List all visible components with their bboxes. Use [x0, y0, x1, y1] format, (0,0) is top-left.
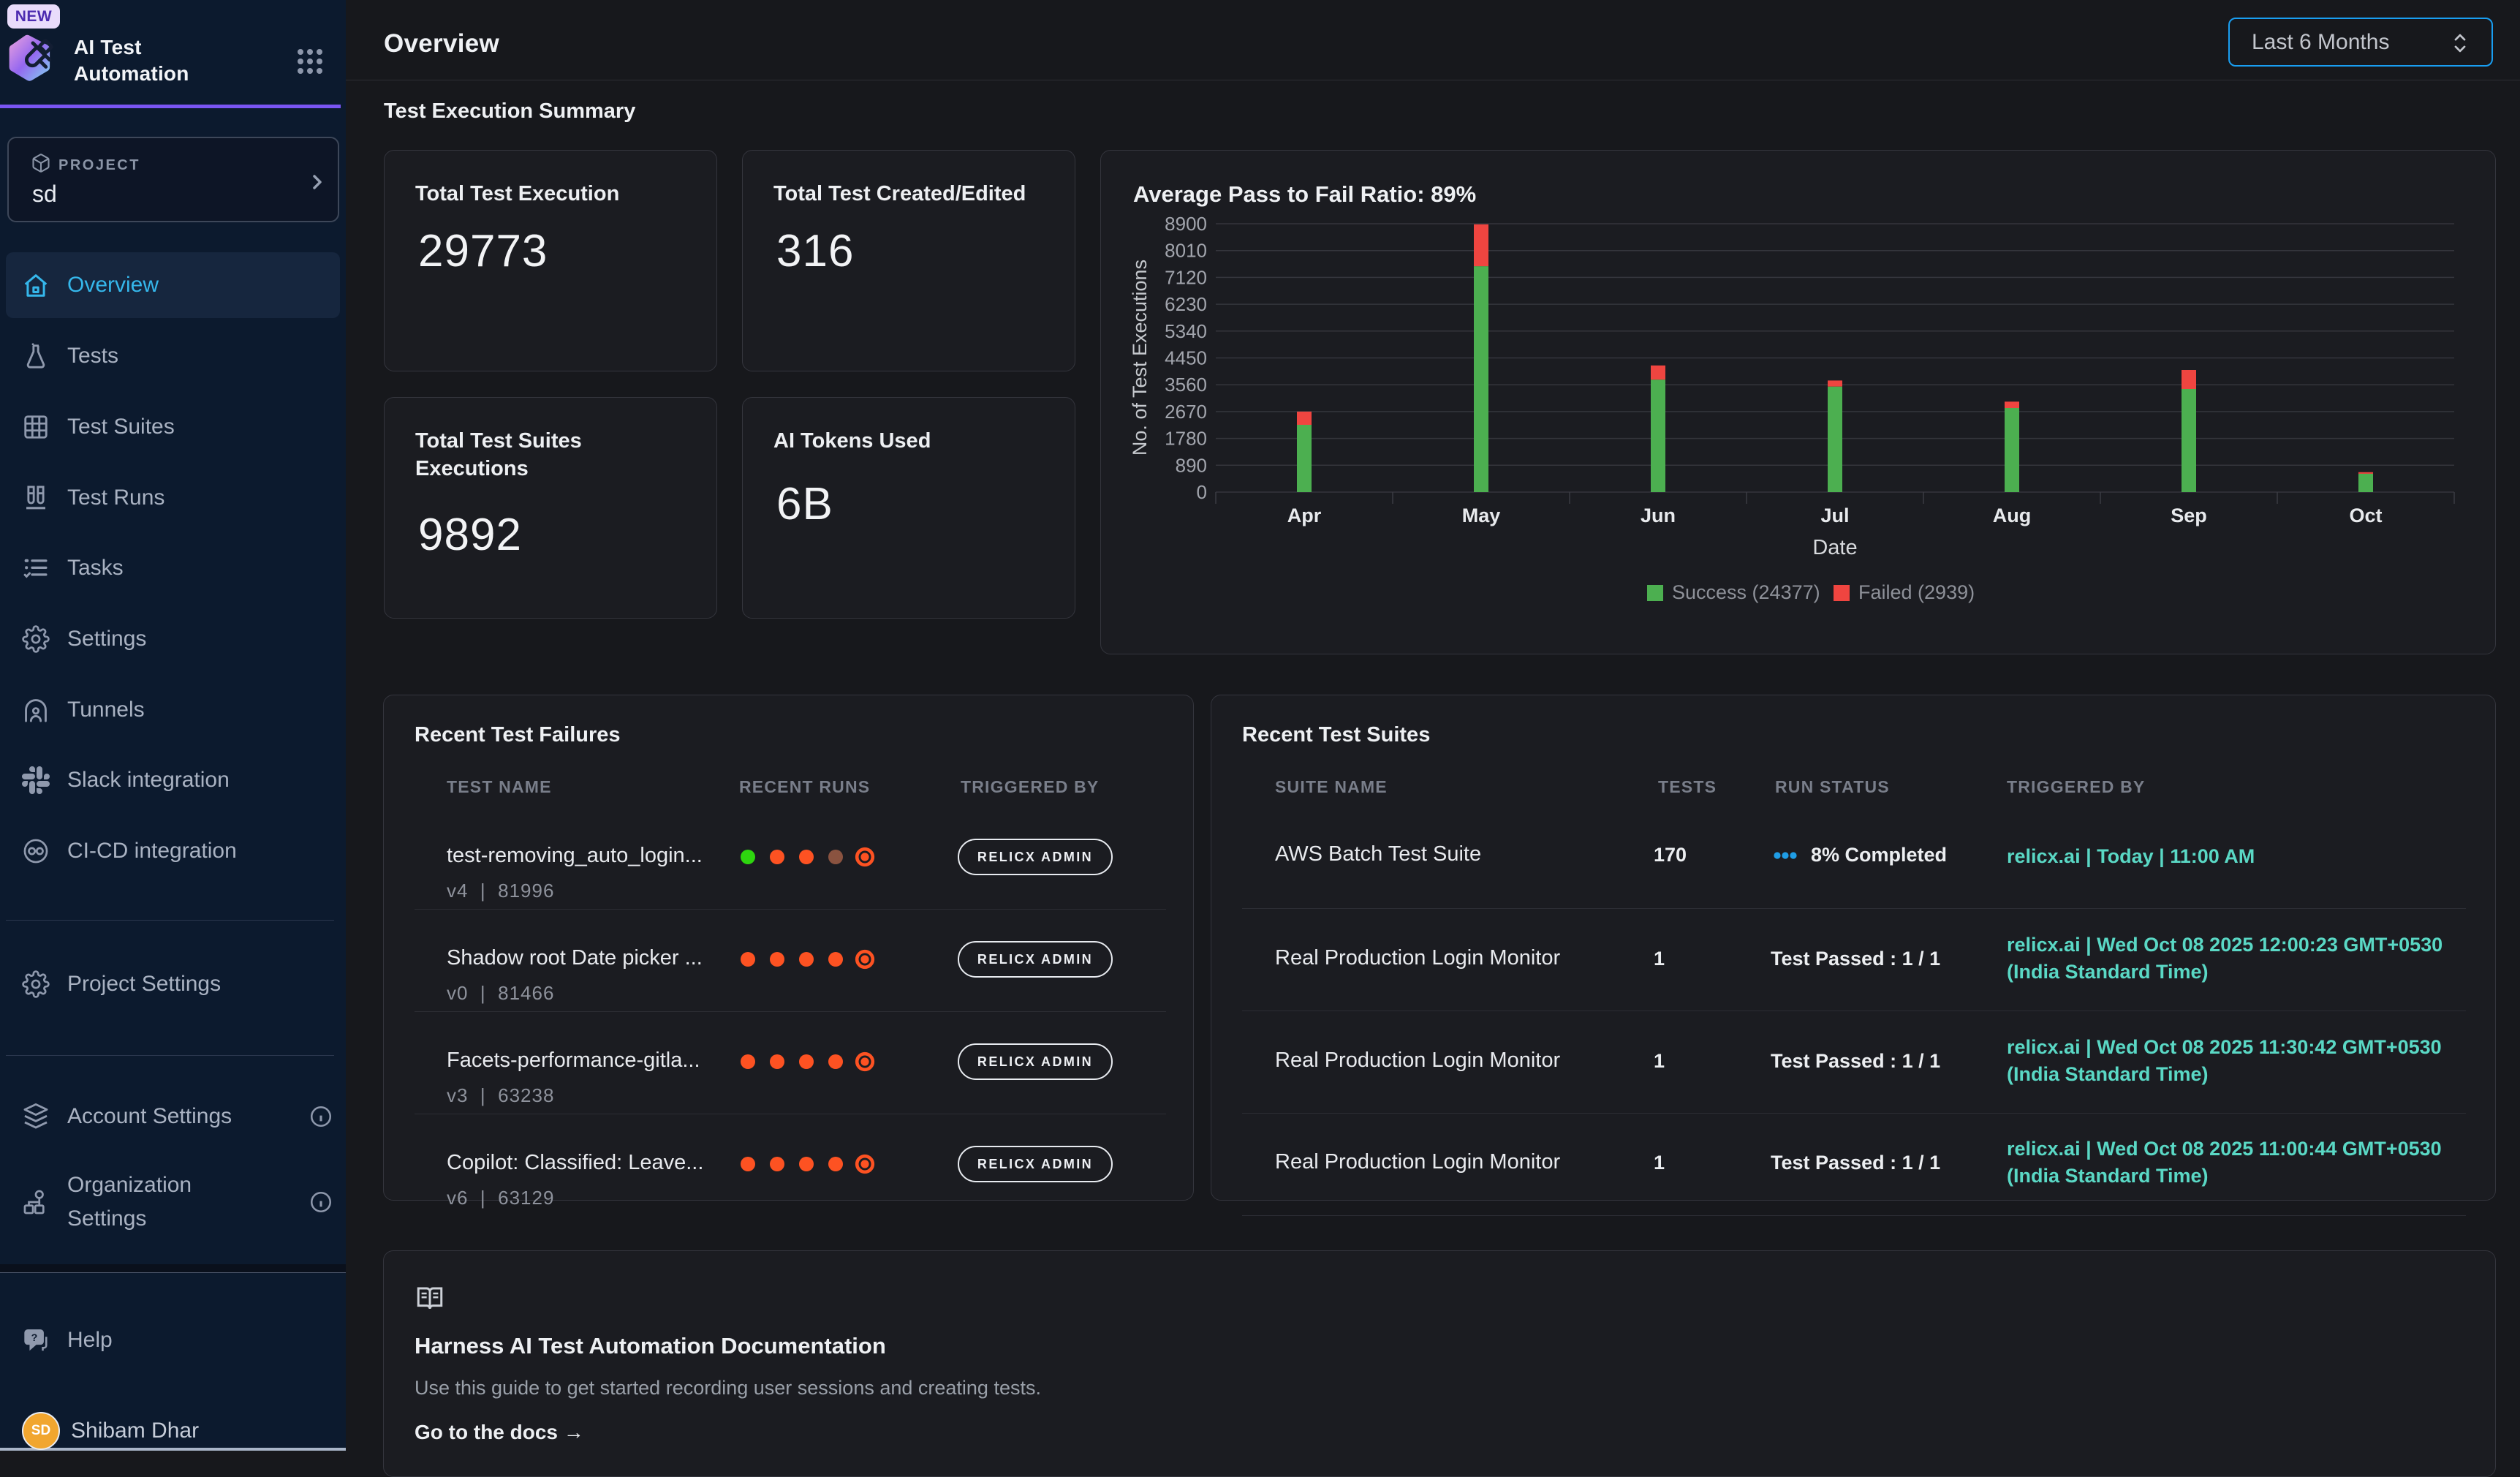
svg-text:May: May: [1462, 505, 1501, 526]
svg-text:6230: 6230: [1165, 293, 1207, 315]
svg-text:7120: 7120: [1165, 266, 1207, 288]
svg-text:8900: 8900: [1165, 213, 1207, 235]
svg-text:Aug: Aug: [1993, 505, 2031, 526]
svg-text:2670: 2670: [1165, 401, 1207, 423]
svg-text:Apr: Apr: [1287, 505, 1322, 526]
svg-text:No. of Test Executions: No. of Test Executions: [1129, 260, 1151, 456]
svg-text:4450: 4450: [1165, 347, 1207, 369]
svg-text:Jun: Jun: [1641, 505, 1676, 526]
svg-text:0: 0: [1197, 481, 1207, 503]
svg-text:5340: 5340: [1165, 320, 1207, 342]
svg-text:1780: 1780: [1165, 428, 1207, 450]
svg-text:Failed (2939): Failed (2939): [1858, 581, 1975, 603]
svg-text:?: ?: [31, 1332, 38, 1344]
svg-text:Oct: Oct: [2349, 505, 2382, 526]
svg-text:3560: 3560: [1165, 374, 1207, 396]
svg-text:Jul: Jul: [1820, 505, 1849, 526]
svg-text:Date: Date: [1812, 536, 1857, 559]
svg-text:Success (24377): Success (24377): [1672, 581, 1820, 603]
svg-text:8010: 8010: [1165, 240, 1207, 262]
svg-text:Average Pass to Fail Ratio: 89: Average Pass to Fail Ratio: 89%: [1133, 181, 1476, 207]
svg-text:Sep: Sep: [2171, 505, 2207, 526]
svg-text:890: 890: [1176, 454, 1207, 476]
